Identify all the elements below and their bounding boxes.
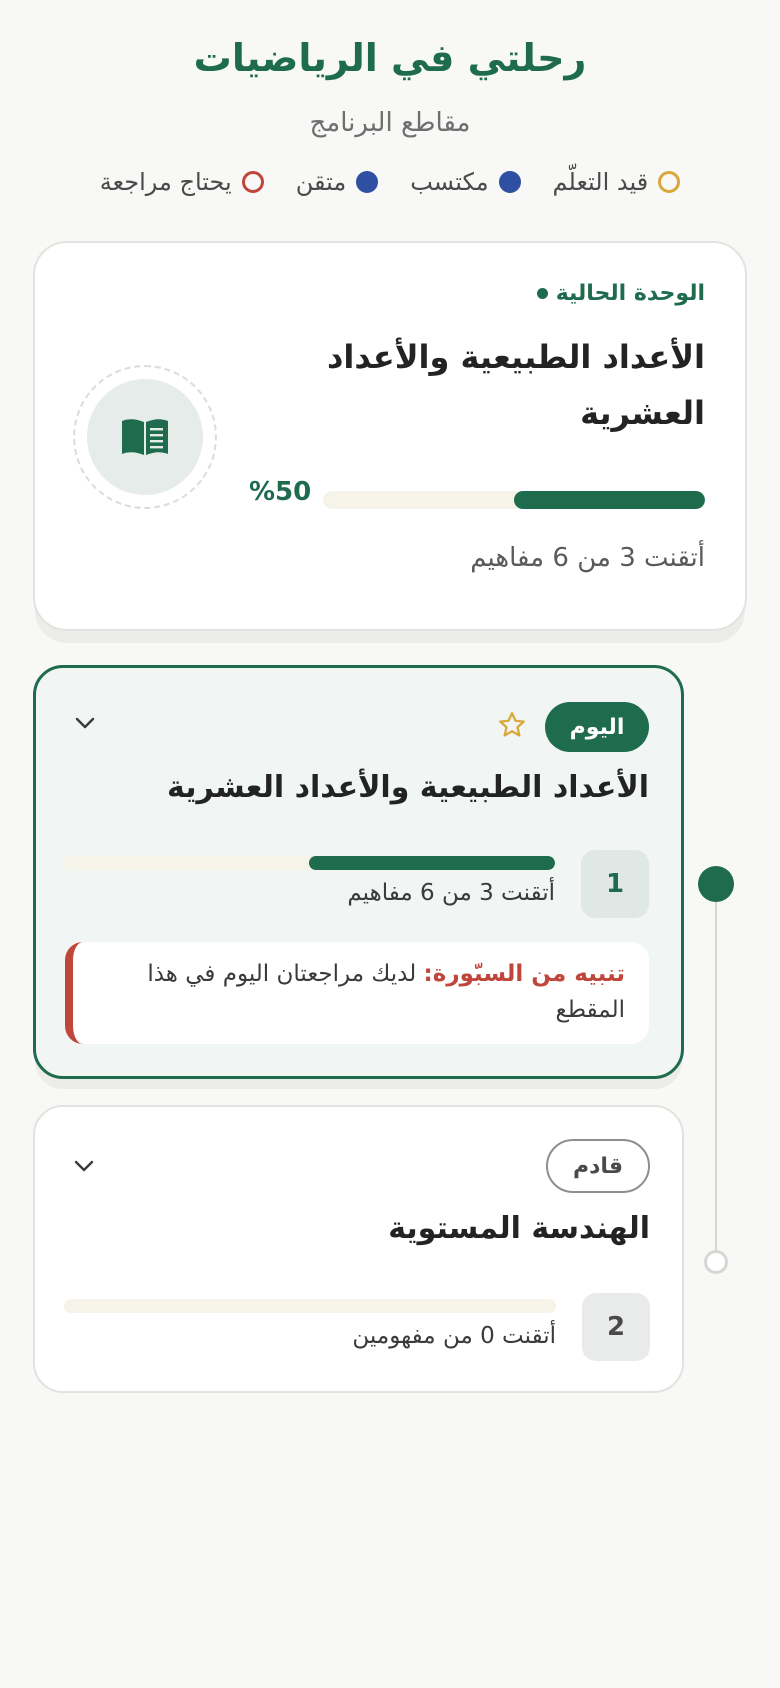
legend-label-learning: قيد التعلّم [552, 168, 649, 196]
current-unit-card[interactable]: الوحدة الحالية الأعداد الطبيعية والأعداد… [33, 241, 747, 631]
acquired-status-dot-icon [498, 171, 521, 193]
legend-label-review: يحتاج مراجعة [99, 168, 232, 196]
book-icon [122, 419, 168, 455]
timeline-node-upcoming [704, 1250, 728, 1274]
legend-label-mastered: متقن [295, 168, 347, 196]
current-unit-label-text: الوحدة الحالية [555, 281, 705, 306]
book-icon-circle [87, 379, 203, 495]
section-summary: أتقنت 0 من مفهومين [352, 1323, 556, 1349]
section-progress-bar [63, 856, 555, 870]
page-subtitle: مقاطع البرنامج [309, 108, 471, 138]
chevron-down-icon[interactable] [73, 1159, 95, 1173]
section-number: 1 [581, 850, 649, 918]
mastered-status-dot-icon [356, 171, 379, 193]
section-card-today[interactable]: اليوم الأعداد الطبيعية والأعداد العشرية … [33, 665, 684, 1079]
today-badge: اليوم [545, 702, 649, 752]
current-unit-progress-fill [514, 491, 705, 509]
section-title: الأعداد الطبيعية والأعداد العشرية [167, 770, 649, 805]
section-number: 2 [582, 1293, 650, 1361]
current-unit-label: الوحدة الحالية [536, 281, 705, 306]
section-title: الهندسة المستوية [388, 1211, 650, 1246]
current-unit-summary: أتقنت 3 من 6 مفاهيم [470, 543, 705, 573]
legend-item-acquired: مكتسب [410, 168, 521, 196]
star-icon[interactable] [497, 710, 527, 740]
page-title: رحلتي في الرياضيات [193, 36, 587, 80]
current-indicator-dot-icon [536, 288, 548, 299]
legend-item-review: يحتاج مراجعة [100, 168, 264, 196]
section-card-upcoming[interactable]: قادم الهندسة المستوية 2 أتقنت 0 من مفهوم… [33, 1105, 684, 1393]
chevron-down-icon[interactable] [74, 716, 96, 730]
status-legend: قيد التعلّم مكتسب متقن يحتاج مراجعة [0, 168, 780, 196]
current-unit-progress-percent: %50 [249, 477, 312, 507]
legend-item-mastered: متقن [296, 168, 379, 196]
section-progress-bar [64, 1299, 556, 1313]
current-unit-title: الأعداد الطبيعية والأعداد العشرية [326, 338, 705, 432]
alert-title: تنبيه من السبّورة: [423, 961, 625, 987]
section-summary: أتقنت 3 من 6 مفاهيم [347, 880, 555, 906]
review-status-dot-icon [241, 171, 264, 193]
learning-journey-page: رحلتي في الرياضيات مقاطع البرنامج قيد ال… [0, 0, 780, 1688]
current-unit-progress-bar [323, 491, 705, 509]
legend-label-acquired: مكتسب [410, 168, 489, 196]
timeline-line [715, 884, 717, 1260]
upcoming-badge: قادم [546, 1139, 650, 1193]
section-progress-fill [309, 856, 555, 870]
book-icon-ring [73, 365, 217, 509]
review-alert: تنبيه من السبّورة: لديك مراجعتان اليوم ف… [65, 942, 649, 1044]
timeline-node-active [698, 866, 734, 902]
learning-status-dot-icon [658, 171, 681, 193]
legend-item-learning: قيد التعلّم [553, 168, 681, 196]
